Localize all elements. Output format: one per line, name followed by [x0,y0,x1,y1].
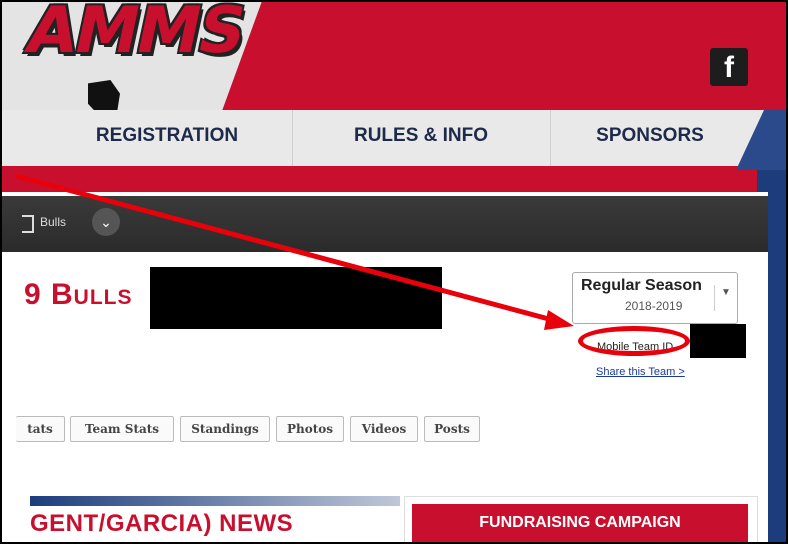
annotation-arrow [15,173,574,330]
arrow-line [15,173,561,325]
arrow-head [544,310,574,330]
